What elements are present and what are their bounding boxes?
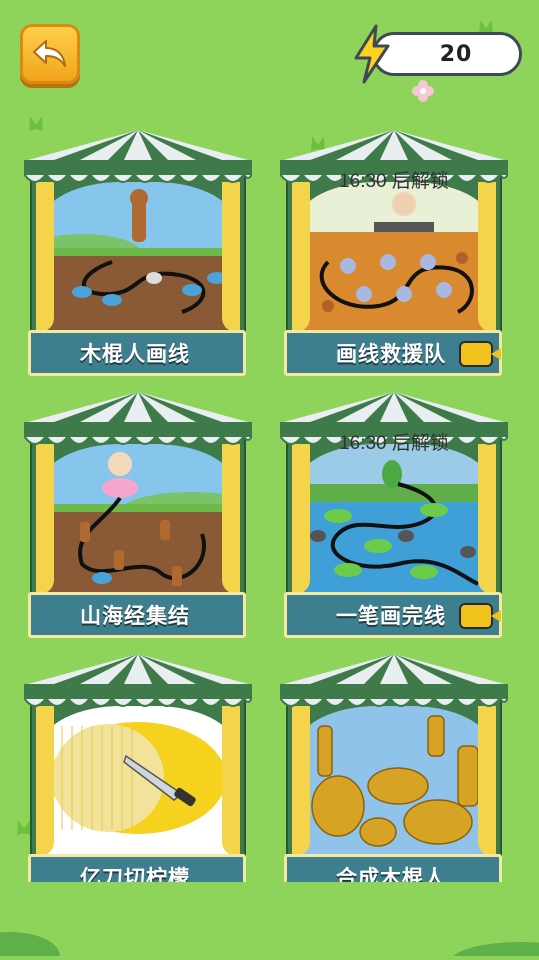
back-button[interactable] (20, 24, 80, 84)
bottom-hills-decoration (0, 882, 539, 960)
game-title: 画线救援队 (284, 330, 502, 376)
game-title: 一笔画完线 (284, 592, 502, 638)
back-arrow-icon (33, 40, 66, 67)
curtain-left (292, 182, 310, 332)
game-title-text: 山海经集结 (80, 604, 190, 628)
game-thumbnail (298, 706, 490, 854)
game-title-text: 画线救援队 (336, 342, 446, 366)
game-card-mountain-sea-gather[interactable]: 山海经集结 (24, 392, 252, 642)
game-card-slice-lemon[interactable]: 亿刀切柠檬 (24, 654, 252, 904)
game-card-rescue-team[interactable]: 16:30 后解锁 画线救援队 (280, 130, 508, 380)
unlock-time-text: 16:30 后解锁 (339, 171, 449, 192)
flower-decoration (412, 80, 434, 102)
game-thumbnail (42, 706, 234, 854)
curtain-right (478, 706, 496, 856)
game-card-one-stroke[interactable]: 16:30 后解锁 一笔画完线 (280, 392, 508, 642)
lightning-bolt-icon (354, 24, 390, 84)
game-title: 木棍人画线 (28, 330, 246, 376)
game-thumbnail (42, 444, 234, 592)
curtain-left (292, 444, 310, 594)
curtain-right (478, 182, 496, 332)
curtain-left (292, 706, 310, 856)
tent-roof (280, 654, 508, 707)
game-thumbnail (298, 182, 490, 330)
curtain-right (222, 706, 240, 856)
unlock-time-text: 16:30 后解锁 (339, 433, 449, 454)
curtain-left (36, 444, 54, 594)
energy-counter: 20 (350, 24, 524, 84)
game-thumbnail (298, 444, 490, 592)
video-camera-icon[interactable] (459, 603, 501, 629)
curtain-right (222, 444, 240, 594)
game-title-text: 一笔画完线 (336, 604, 446, 628)
tent-roof (24, 130, 252, 183)
video-camera-icon[interactable] (459, 341, 501, 367)
curtain-left (36, 706, 54, 856)
game-title-text: 木棍人画线 (80, 342, 190, 366)
game-thumbnail (42, 182, 234, 330)
bottom-area (0, 882, 539, 960)
game-card-merge-stick-man[interactable]: 合成木棍人 (280, 654, 508, 904)
tent-roof (24, 392, 252, 445)
game-title: 山海经集结 (28, 592, 246, 638)
tent-roof (24, 654, 252, 707)
curtain-left (36, 182, 54, 332)
game-card-stick-man-draw[interactable]: 木棍人画线 (24, 130, 252, 380)
curtain-right (478, 444, 496, 594)
grass-decoration (24, 116, 48, 130)
curtain-right (222, 182, 240, 332)
energy-value: 20 (372, 32, 522, 76)
